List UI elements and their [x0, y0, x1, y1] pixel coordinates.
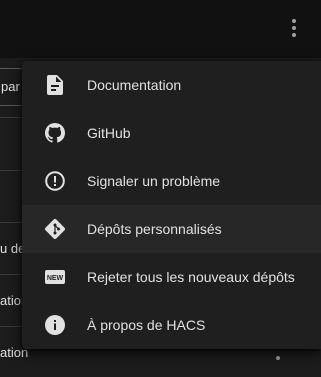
file-document-icon	[43, 73, 67, 97]
menu-item-documentation[interactable]: Documentation	[22, 61, 321, 109]
menu-item-label: Signaler un problème	[87, 173, 221, 189]
information-icon	[43, 313, 67, 337]
top-app-bar	[0, 0, 321, 56]
menu-item-dismiss-new-repositories[interactable]: NEW Rejeter tous les nouveaux dépôts	[22, 253, 321, 301]
menu-item-report-issue[interactable]: Signaler un problème	[22, 157, 321, 205]
kebab-dot	[292, 33, 296, 37]
background-overflow-icon	[276, 356, 280, 360]
overflow-menu: Documentation GitHub Signaler un problèm…	[22, 61, 321, 349]
menu-item-label: À propos de HACS	[87, 317, 206, 333]
menu-item-custom-repositories[interactable]: Dépôts personnalisés	[22, 205, 321, 253]
svg-text:NEW: NEW	[47, 275, 64, 282]
kebab-dot	[292, 26, 296, 30]
alert-circle-icon	[43, 169, 67, 193]
github-icon	[43, 121, 67, 145]
new-box-icon: NEW	[43, 265, 67, 289]
overflow-menu-button[interactable]	[282, 16, 306, 40]
menu-item-label: Dépôts personnalisés	[87, 221, 222, 237]
menu-item-label: GitHub	[87, 125, 131, 141]
git-icon	[43, 217, 67, 241]
menu-item-github[interactable]: GitHub	[22, 109, 321, 157]
menu-item-label: Rejeter tous les nouveaux dépôts	[87, 269, 295, 285]
menu-item-about-hacs[interactable]: À propos de HACS	[22, 301, 321, 349]
menu-item-label: Documentation	[87, 77, 182, 93]
kebab-dot	[292, 19, 296, 23]
